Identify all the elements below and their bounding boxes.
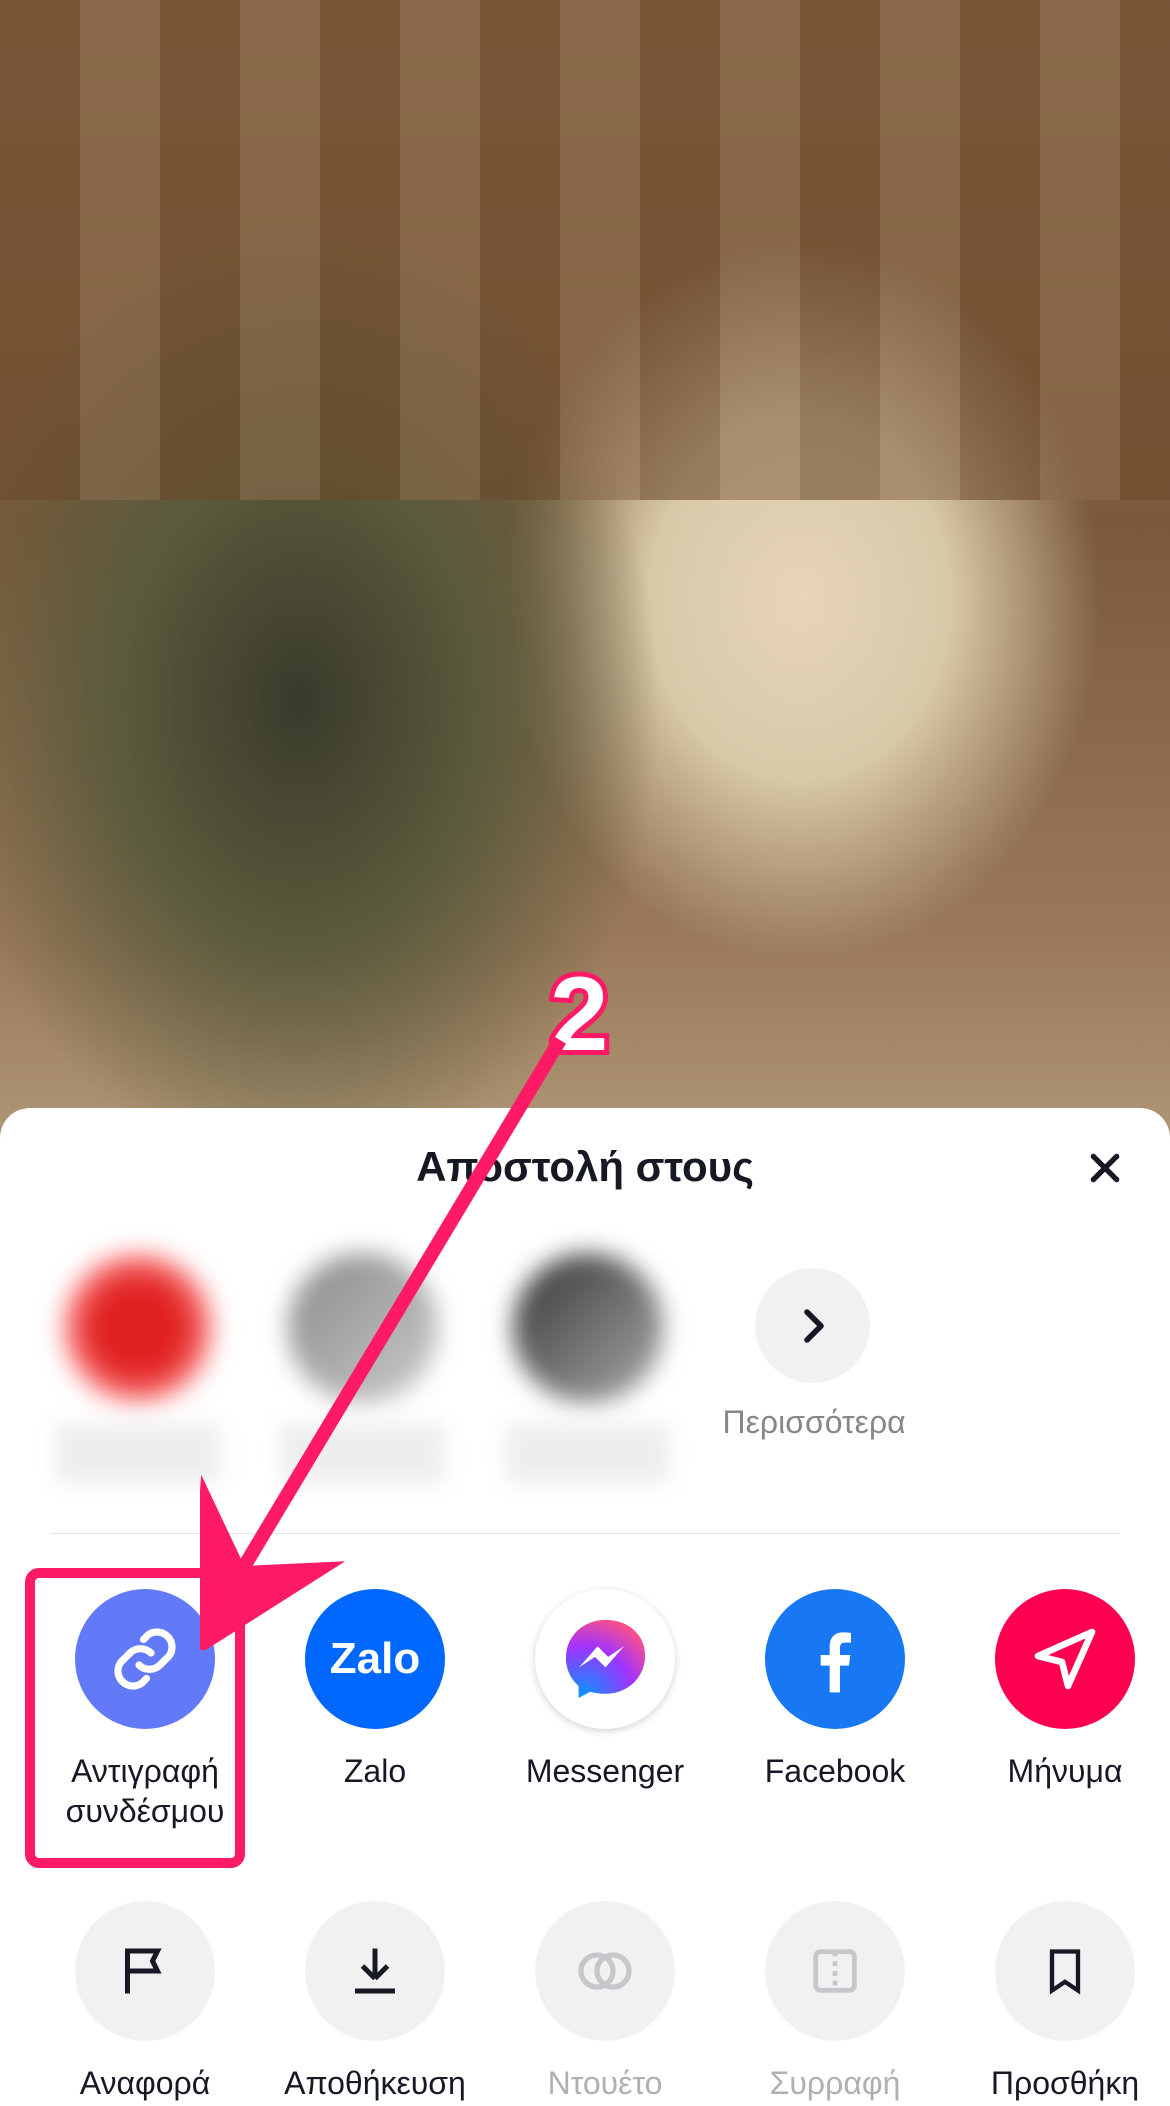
download-icon (305, 1901, 445, 2041)
annotation-step-number: 2 (550, 955, 608, 1075)
close-icon (1085, 1148, 1125, 1188)
flag-icon (75, 1901, 215, 2041)
action-label: Αναφορά (80, 2063, 211, 2103)
send-icon (995, 1589, 1135, 1729)
messenger-icon (535, 1589, 675, 1729)
contact-name-blurred (55, 1423, 220, 1483)
share-messenger[interactable]: Messenger (510, 1589, 700, 1831)
share-label: Αντιγραφή συνδέσμου (50, 1751, 240, 1831)
share-direct-message[interactable]: Μήνυμα (970, 1589, 1160, 1831)
share-copy-link[interactable]: Αντιγραφή συνδέσμου (50, 1589, 240, 1831)
contact-avatar (288, 1253, 438, 1403)
share-sheet: Αποστολή στους Περισσότερα (0, 1108, 1170, 2106)
action-label: Αποθήκευση βίντεο (280, 2063, 470, 2106)
action-duet: Ντουέτο (510, 1901, 700, 2106)
action-label: Προσθήκη στα Αγαπη... (970, 2063, 1160, 2106)
more-contacts-label: Περισσότερα (723, 1403, 903, 1441)
bookmark-icon (995, 1901, 1135, 2041)
chevron-right-icon (789, 1302, 837, 1350)
share-sheet-title: Αποστολή στους (0, 1143, 1170, 1191)
share-label: Messenger (526, 1751, 684, 1791)
contact-avatar (63, 1253, 213, 1403)
action-report[interactable]: Αναφορά (50, 1901, 240, 2106)
contact-item[interactable] (55, 1253, 220, 1483)
contact-avatar (513, 1253, 663, 1403)
action-stitch: Συρραφή (740, 1901, 930, 2106)
contact-name-blurred (280, 1423, 445, 1483)
share-facebook[interactable]: Facebook (740, 1589, 930, 1831)
actions-row: Αναφορά Αποθήκευση βίντεο Ντουέτο Συρραφ… (0, 1866, 1170, 2106)
share-label: Zalo (344, 1751, 406, 1791)
more-contacts-button[interactable]: Περισσότερα (730, 1253, 895, 1441)
share-apps-row: Αντιγραφή συνδέσμου Zalo Zalo Messenger (0, 1534, 1170, 1866)
screen: + 2 Αποστολή στους (0, 0, 1170, 2106)
share-sheet-header: Αποστολή στους (0, 1143, 1170, 1213)
facebook-icon (765, 1589, 905, 1729)
contact-item[interactable] (505, 1253, 670, 1483)
action-add-favorite[interactable]: Προσθήκη στα Αγαπη... (970, 1901, 1160, 2106)
action-label: Ντουέτο (548, 2063, 663, 2103)
zalo-icon: Zalo (305, 1589, 445, 1729)
contact-item[interactable] (280, 1253, 445, 1483)
action-save-video[interactable]: Αποθήκευση βίντεο (280, 1901, 470, 2106)
share-label: Facebook (765, 1751, 906, 1791)
stitch-icon (765, 1901, 905, 2041)
link-icon (75, 1589, 215, 1729)
share-zalo[interactable]: Zalo Zalo (280, 1589, 470, 1831)
contacts-row: Περισσότερα (0, 1213, 1170, 1523)
share-label: Μήνυμα (1008, 1751, 1123, 1791)
contact-name-blurred (505, 1423, 670, 1483)
duet-icon (535, 1901, 675, 2041)
action-label: Συρραφή (770, 2063, 901, 2103)
close-button[interactable] (1080, 1143, 1130, 1193)
